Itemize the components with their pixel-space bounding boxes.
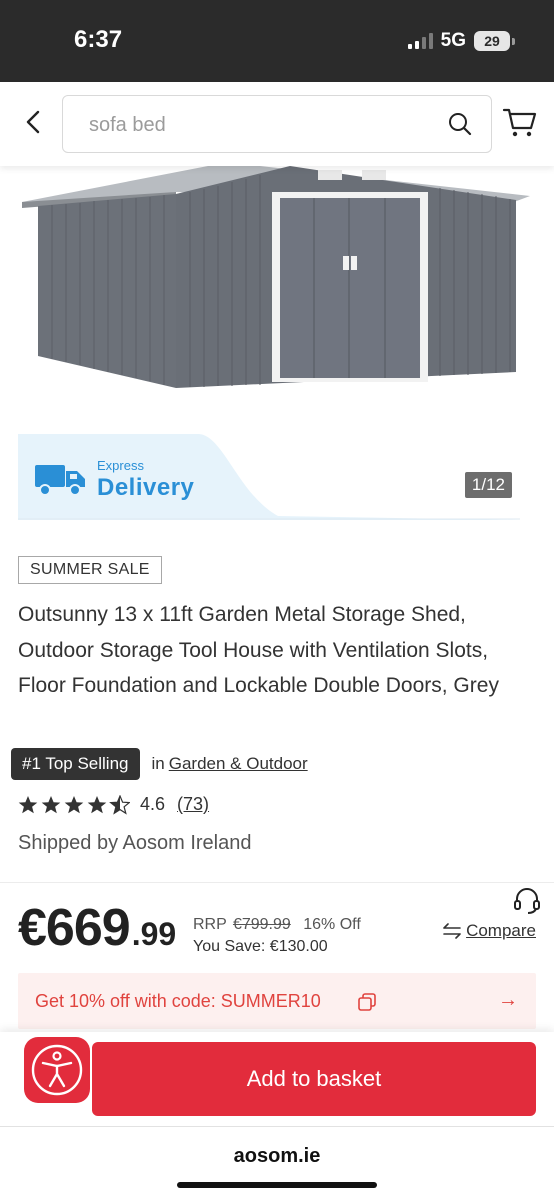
status-bar: 6:37 5G 29 xyxy=(0,0,554,82)
copy-icon[interactable] xyxy=(358,993,376,1011)
url-text[interactable]: aosom.ie xyxy=(0,1145,554,1168)
image-counter: 1/12 xyxy=(464,472,512,498)
browser-url-bar[interactable]: aosom.ie xyxy=(0,1126,554,1200)
star-icon xyxy=(87,795,107,813)
rating-value: 4.6 xyxy=(140,794,166,814)
star-icon xyxy=(64,795,84,813)
rating-stars xyxy=(18,794,130,814)
star-icon xyxy=(18,795,38,813)
home-indicator[interactable] xyxy=(177,1182,377,1188)
signal-icon xyxy=(407,33,433,49)
customer-service-icon[interactable] xyxy=(512,886,542,916)
you-save: You Save: €130.00 xyxy=(193,938,328,955)
accessibility-icon xyxy=(31,1044,83,1096)
search-header xyxy=(0,82,554,166)
back-arrow-icon[interactable] xyxy=(20,108,48,136)
express-label: Express xyxy=(97,458,144,473)
product-image-gallery[interactable]: Express Delivery 1/12 xyxy=(0,166,554,556)
search-input[interactable] xyxy=(89,110,429,140)
express-delivery-banner: Express Delivery xyxy=(18,434,520,520)
status-time: 6:37 xyxy=(74,26,123,53)
compare-icon xyxy=(443,923,461,939)
add-to-basket-button[interactable]: Add to basket xyxy=(92,1042,536,1116)
accessibility-button[interactable] xyxy=(24,1037,90,1103)
express-banner-shape xyxy=(18,434,520,520)
divider xyxy=(0,882,554,883)
summer-sale-badge: SUMMER SALE xyxy=(18,556,162,584)
top-selling-row: #1 Top Selling in Garden & Outdoor xyxy=(11,748,308,780)
product-title: Outsunny 13 x 11ft Garden Metal Storage … xyxy=(18,603,499,697)
rrp-label: RRP xyxy=(193,916,227,933)
search-box[interactable] xyxy=(62,95,492,153)
discount-percent: 16% Off xyxy=(303,916,361,933)
arrow-right-icon[interactable]: → xyxy=(498,989,518,1012)
shipped-by: Shipped by Aosom Ireland xyxy=(18,832,252,854)
network-type: 5G xyxy=(440,30,466,51)
price-details: RRP €799.99 16% Off You Save: €130.00 xyxy=(193,914,361,958)
price-cents: .99 xyxy=(131,916,177,952)
battery-icon: 29 xyxy=(474,31,515,51)
bottom-action-bar: Add to basket xyxy=(0,1032,554,1126)
price-whole: €669 xyxy=(18,899,131,957)
promo-code-banner[interactable]: Get 10% off with code: SUMMER10 → xyxy=(18,973,536,1029)
price: €669.99 xyxy=(18,898,176,958)
in-label: in xyxy=(151,754,165,773)
compare-button[interactable]: Compare xyxy=(442,921,536,941)
category-line: in Garden & Outdoor xyxy=(152,754,308,774)
search-icon[interactable] xyxy=(447,111,473,137)
product-image xyxy=(22,166,530,388)
status-indicators: 5G 29 xyxy=(407,30,515,52)
rating-row[interactable]: 4.6 (73) xyxy=(18,794,209,815)
cart-icon[interactable] xyxy=(502,104,538,140)
rrp-value: €799.99 xyxy=(232,916,291,933)
star-icon xyxy=(41,795,61,813)
delivery-label: Delivery xyxy=(97,474,195,501)
promo-text: Get 10% off with code: SUMMER10 xyxy=(35,991,321,1011)
review-count-link[interactable]: (73) xyxy=(177,794,209,815)
top-selling-badge: #1 Top Selling xyxy=(11,748,140,780)
compare-label: Compare xyxy=(466,921,536,940)
delivery-truck-icon xyxy=(35,465,85,496)
category-link[interactable]: Garden & Outdoor xyxy=(169,754,308,773)
